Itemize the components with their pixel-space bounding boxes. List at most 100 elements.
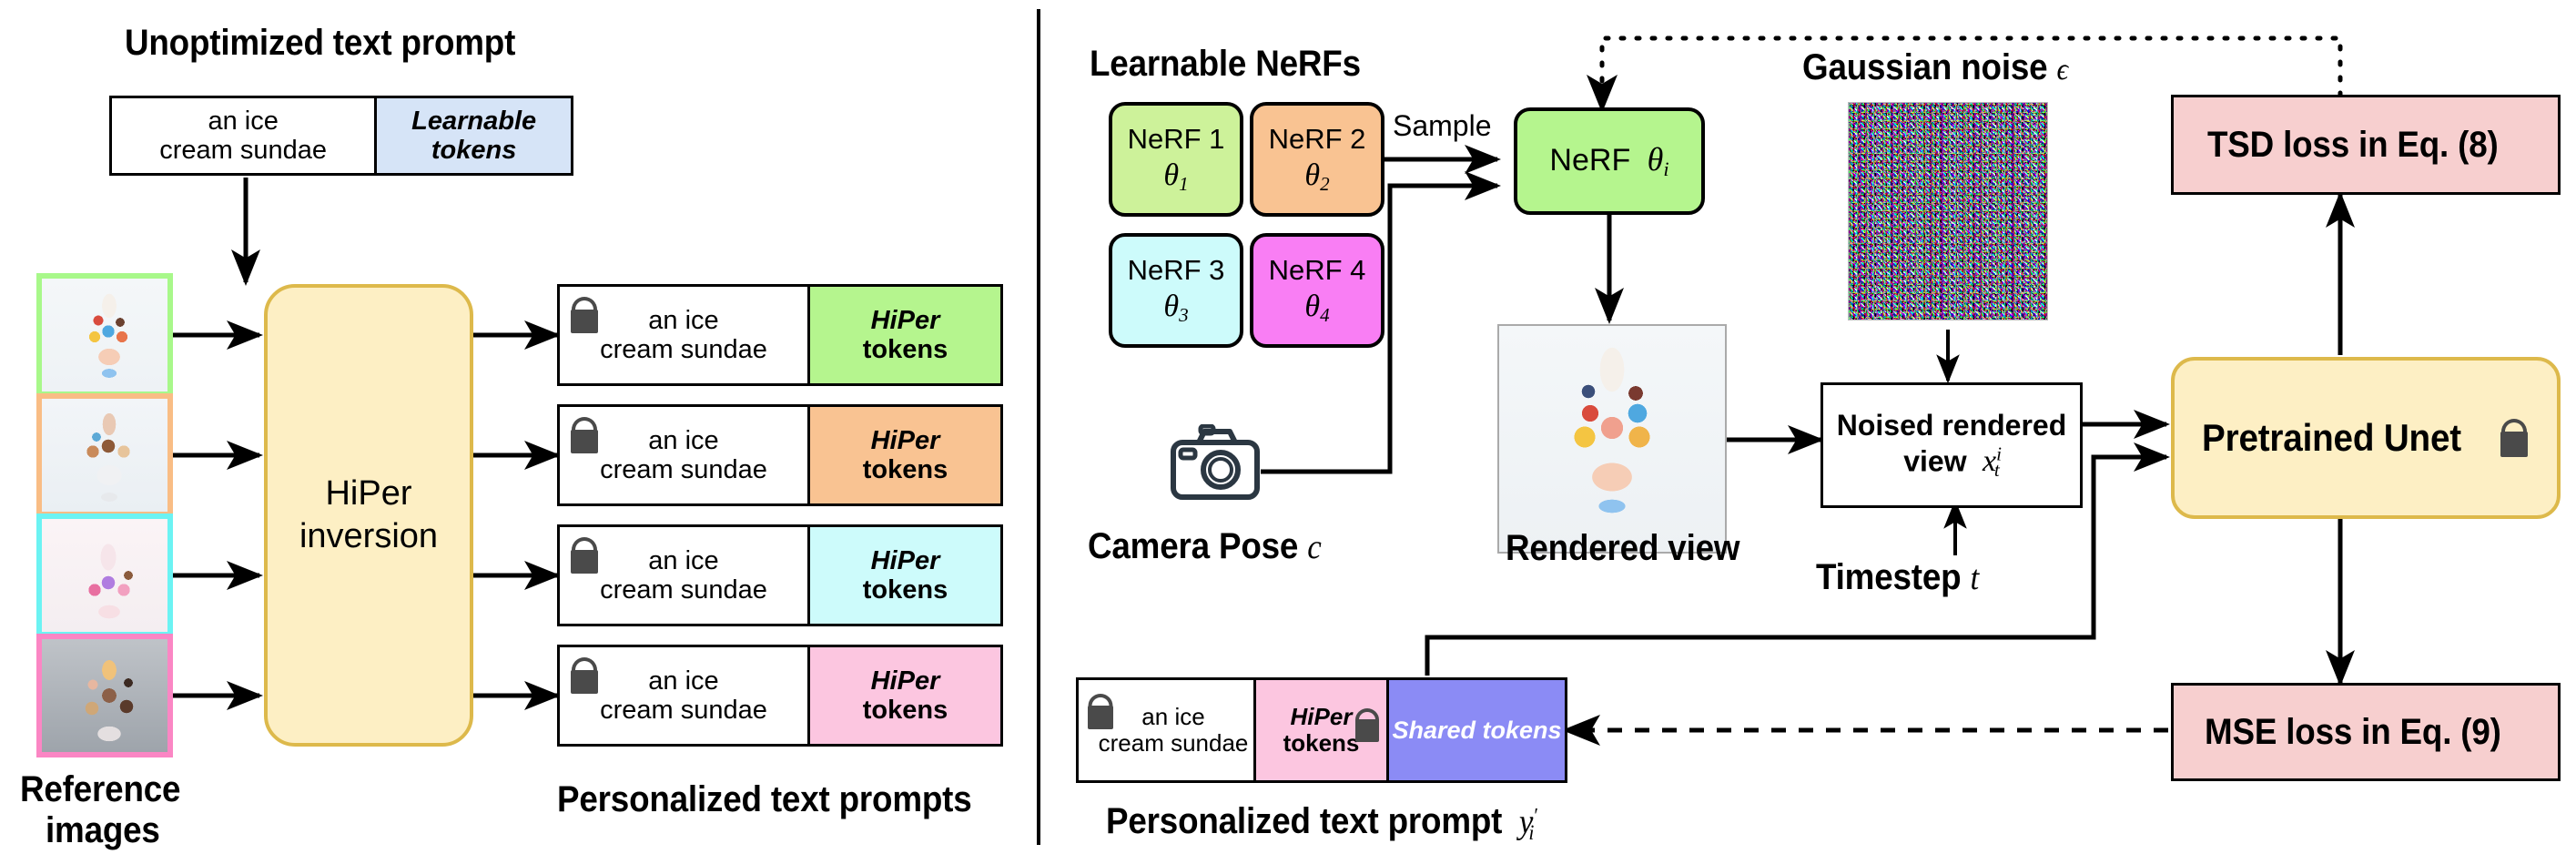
noised-view-sub: t bbox=[1993, 459, 2000, 482]
pretrained-unet-label: Pretrained Unet bbox=[2202, 416, 2462, 459]
reference-image-1 bbox=[36, 273, 173, 397]
nerf-box-2-label: NeRF 2 bbox=[1268, 123, 1366, 156]
noised-rendered-view-box: Noised rendered view xit bbox=[1820, 382, 2083, 508]
bottom-prompt-sub: i bbox=[1528, 820, 1535, 845]
sampled-nerf-theta: θ bbox=[1647, 141, 1664, 178]
nerf-box-1-label: NeRF 1 bbox=[1127, 123, 1225, 156]
nerf-box-4: NeRF 4 θ4 bbox=[1250, 233, 1384, 348]
bottom-prompt-shared-cell: Shared tokens bbox=[1386, 680, 1565, 780]
hiper-module-line1: HiPer bbox=[325, 473, 412, 513]
nerf-box-1: NeRF 1 θ1 bbox=[1109, 102, 1243, 217]
nerf-box-3-theta: θ bbox=[1163, 290, 1180, 324]
hiper-token-bold-4: tokens bbox=[862, 696, 948, 725]
hiper-token-italic-1: HiPer bbox=[870, 305, 940, 335]
nerf-box-2: NeRF 2 θ2 bbox=[1250, 102, 1384, 217]
noised-view-line1: Noised rendered bbox=[1836, 409, 2067, 442]
nerf-box-2-theta: θ bbox=[1304, 158, 1321, 193]
nerf-box-4-label: NeRF 4 bbox=[1268, 254, 1366, 287]
reference-image-4 bbox=[36, 634, 173, 757]
rendered-view-image bbox=[1497, 324, 1727, 554]
lock-icon bbox=[569, 416, 600, 456]
learnable-nerfs-title: Learnable NeRFs bbox=[1090, 44, 1361, 84]
bottom-prompt-text: an ice cream sundae bbox=[1079, 680, 1253, 780]
reference-image-2 bbox=[36, 393, 173, 517]
pretrained-unet-box: Pretrained Unet bbox=[2171, 357, 2561, 519]
personalized-prompt-row-3: an ice cream sundae HiPer tokens bbox=[557, 524, 1003, 626]
hiper-token-italic-2: HiPer bbox=[870, 425, 940, 455]
reference-image-3 bbox=[36, 513, 173, 637]
timestep-text: Timestep bbox=[1816, 557, 1962, 597]
lock-icon bbox=[1086, 693, 1115, 733]
camera-pose-label: Camera Pose c bbox=[1088, 526, 1322, 567]
camera-icon bbox=[1168, 423, 1263, 503]
hiper-token-bold-3: tokens bbox=[862, 575, 948, 605]
nerf-box-4-sub: 4 bbox=[1320, 304, 1330, 326]
tsd-loss-label: TSD loss in Eq. (8) bbox=[2207, 124, 2499, 165]
hiper-token-bold-2: tokens bbox=[862, 455, 948, 484]
gaussian-noise-symbol: ϵ bbox=[2056, 53, 2068, 86]
sampled-nerf-box: NeRF θi bbox=[1514, 107, 1705, 215]
lock-icon bbox=[569, 656, 600, 696]
nerf-box-1-sub: 1 bbox=[1179, 173, 1189, 195]
gaussian-noise-text: Gaussian noise bbox=[1802, 47, 2048, 87]
personalized-prompt-text-2: an ice cream sundae bbox=[560, 407, 807, 503]
gaussian-noise-label: Gaussian noise ϵ bbox=[1802, 47, 2068, 88]
bottom-personalized-prompt-box: an ice cream sundae HiPer tokens Shared … bbox=[1076, 677, 1567, 783]
camera-pose-text: Camera Pose bbox=[1088, 526, 1299, 566]
learnable-tokens-line1: Learnable bbox=[411, 106, 537, 136]
reference-images-label: Reference images bbox=[20, 769, 195, 851]
learnable-tokens-cell: Learnable tokens bbox=[374, 98, 571, 173]
lock-icon bbox=[569, 536, 600, 576]
nerf-box-4-theta: θ bbox=[1304, 290, 1321, 324]
lock-icon bbox=[569, 296, 600, 336]
nerf-box-3: NeRF 3 θ3 bbox=[1109, 233, 1243, 348]
lock-icon bbox=[1354, 707, 1381, 746]
lock-icon bbox=[2499, 417, 2530, 459]
camera-pose-symbol: c bbox=[1307, 528, 1322, 566]
nerf-box-3-label: NeRF 3 bbox=[1127, 254, 1225, 287]
personalized-prompt-tokens-4: HiPer tokens bbox=[807, 647, 1000, 744]
shared-tokens-label: Shared tokens bbox=[1392, 716, 1562, 744]
bottom-prompt-caption-text: Personalized text prompt bbox=[1106, 801, 1503, 841]
personalized-prompt-tokens-2: HiPer tokens bbox=[807, 407, 1000, 503]
nerf-box-1-theta: θ bbox=[1163, 158, 1180, 193]
personalized-prompt-tokens-3: HiPer tokens bbox=[807, 527, 1000, 624]
reference-images-label-line1: Reference bbox=[20, 769, 181, 809]
diagram-canvas: Unoptimized text prompt an ice cream sun… bbox=[0, 0, 2576, 854]
rendered-view-label: Rendered view bbox=[1506, 528, 1740, 568]
unoptimized-prompt-box: an ice cream sundae Learnable tokens bbox=[109, 96, 573, 176]
sample-label: Sample bbox=[1393, 109, 1492, 142]
timestep-symbol: t bbox=[1970, 559, 1980, 597]
sampled-nerf-label: NeRF bbox=[1549, 143, 1631, 178]
hiper-inversion-module: HiPer inversion bbox=[264, 284, 473, 747]
mse-loss-label: MSE loss in Eq. (9) bbox=[2204, 711, 2501, 752]
personalized-prompt-row-2: an ice cream sundae HiPer tokens bbox=[557, 404, 1003, 506]
sampled-nerf-sub: i bbox=[1663, 158, 1669, 181]
bottom-hiper-bold: tokens bbox=[1283, 729, 1360, 757]
hiper-token-italic-4: HiPer bbox=[870, 666, 940, 696]
personalized-prompt-text-1: an ice cream sundae bbox=[560, 287, 807, 383]
personalized-prompt-row-1: an ice cream sundae HiPer tokens bbox=[557, 284, 1003, 386]
reference-images-label-line2: images bbox=[46, 810, 160, 850]
left-panel-title: Unoptimized text prompt bbox=[125, 23, 516, 63]
bottom-prompt-hiper-cell: HiPer tokens bbox=[1253, 680, 1386, 780]
personalized-prompt-text-4: an ice cream sundae bbox=[560, 647, 807, 744]
personalized-prompt-row-4: an ice cream sundae HiPer tokens bbox=[557, 645, 1003, 747]
nerf-box-2-sub: 2 bbox=[1320, 173, 1330, 195]
personalized-prompts-label: Personalized text prompts bbox=[557, 779, 972, 819]
personalized-prompt-text-3: an ice cream sundae bbox=[560, 527, 807, 624]
timestep-label: Timestep t bbox=[1816, 557, 1979, 598]
hiper-token-italic-3: HiPer bbox=[870, 545, 940, 575]
tsd-loss-box: TSD loss in Eq. (8) bbox=[2171, 95, 2561, 195]
nerf-box-3-sub: 3 bbox=[1179, 304, 1189, 326]
bottom-prompt-caption: Personalized text prompt y′i bbox=[1106, 801, 1537, 845]
mse-loss-box: MSE loss in Eq. (9) bbox=[2171, 683, 2561, 781]
unoptimized-prompt-text: an ice cream sundae bbox=[112, 98, 375, 173]
hiper-module-line2: inversion bbox=[299, 517, 439, 555]
gaussian-noise-patch bbox=[1848, 102, 2048, 320]
personalized-prompt-tokens-1: HiPer tokens bbox=[807, 287, 1000, 383]
hiper-token-bold-1: tokens bbox=[862, 335, 948, 364]
noised-view-line2: view bbox=[1903, 444, 1967, 478]
bottom-hiper-italic: HiPer bbox=[1290, 702, 1353, 730]
learnable-tokens-line2: tokens bbox=[431, 136, 517, 165]
